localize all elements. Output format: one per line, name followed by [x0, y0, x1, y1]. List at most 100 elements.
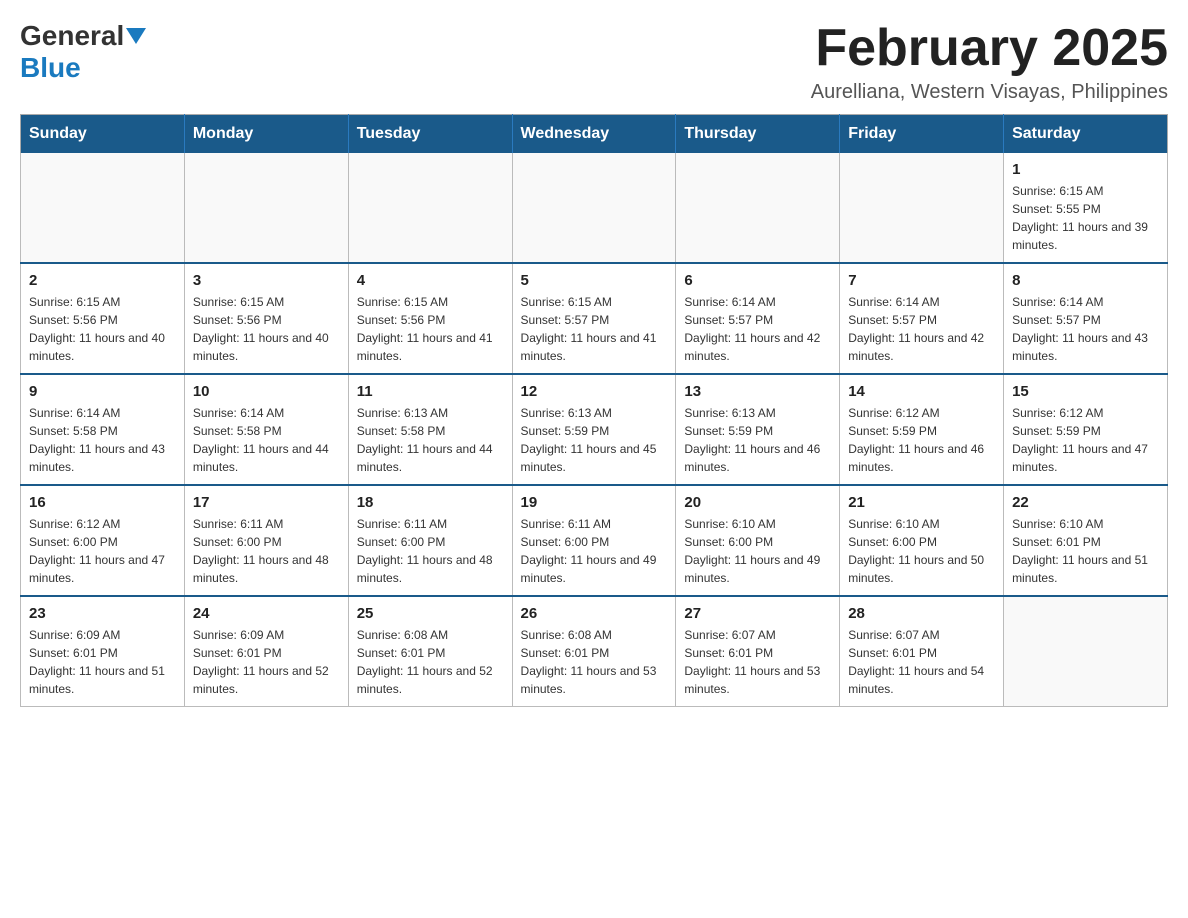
- calendar-day-cell: 13 Sunrise: 6:13 AMSunset: 5:59 PMDayligh…: [676, 374, 840, 485]
- calendar-day-cell: 9 Sunrise: 6:14 AMSunset: 5:58 PMDaylight…: [21, 374, 185, 485]
- calendar-day-cell: 15 Sunrise: 6:12 AMSunset: 5:59 PMDayligh…: [1004, 374, 1168, 485]
- calendar-day-cell: [512, 153, 676, 263]
- calendar-day-cell: 10 Sunrise: 6:14 AMSunset: 5:58 PMDayligh…: [184, 374, 348, 485]
- calendar-header-row: SundayMondayTuesdayWednesdayThursdayFrid…: [21, 115, 1168, 154]
- calendar-day-cell: 3 Sunrise: 6:15 AMSunset: 5:56 PMDaylight…: [184, 263, 348, 374]
- calendar-day-cell: 27 Sunrise: 6:07 AMSunset: 6:01 PMDayligh…: [676, 596, 840, 707]
- day-of-week-header: Sunday: [21, 115, 185, 154]
- calendar-day-cell: [348, 153, 512, 263]
- calendar-day-cell: 2 Sunrise: 6:15 AMSunset: 5:56 PMDaylight…: [21, 263, 185, 374]
- day-of-week-header: Wednesday: [512, 115, 676, 154]
- day-number: 9: [29, 383, 176, 400]
- month-title: February 2025: [811, 20, 1168, 77]
- day-info: Sunrise: 6:07 AMSunset: 6:01 PMDaylight:…: [848, 626, 995, 698]
- day-info: Sunrise: 6:11 AMSunset: 6:00 PMDaylight:…: [193, 515, 340, 587]
- day-info: Sunrise: 6:14 AMSunset: 5:57 PMDaylight:…: [1012, 293, 1159, 365]
- day-number: 28: [848, 605, 995, 622]
- day-of-week-header: Tuesday: [348, 115, 512, 154]
- day-number: 14: [848, 383, 995, 400]
- calendar-day-cell: 22 Sunrise: 6:10 AMSunset: 6:01 PMDayligh…: [1004, 485, 1168, 596]
- day-info: Sunrise: 6:13 AMSunset: 5:58 PMDaylight:…: [357, 404, 504, 476]
- calendar-day-cell: 19 Sunrise: 6:11 AMSunset: 6:00 PMDayligh…: [512, 485, 676, 596]
- day-info: Sunrise: 6:11 AMSunset: 6:00 PMDaylight:…: [521, 515, 668, 587]
- calendar-table: SundayMondayTuesdayWednesdayThursdayFrid…: [20, 114, 1168, 707]
- calendar-day-cell: 23Sunrise: 6:09 AMSunset: 6:01 PMDayligh…: [21, 596, 185, 707]
- logo-blue-text: Blue: [20, 52, 81, 84]
- calendar-day-cell: 12Sunrise: 6:13 AMSunset: 5:59 PMDayligh…: [512, 374, 676, 485]
- calendar-day-cell: 5Sunrise: 6:15 AMSunset: 5:57 PMDaylight…: [512, 263, 676, 374]
- day-of-week-header: Saturday: [1004, 115, 1168, 154]
- logo: General Blue: [20, 20, 148, 84]
- day-info: Sunrise: 6:15 AMSunset: 5:57 PMDaylight:…: [521, 293, 668, 365]
- calendar-day-cell: 24 Sunrise: 6:09 AMSunset: 6:01 PMDayligh…: [184, 596, 348, 707]
- day-of-week-header: Thursday: [676, 115, 840, 154]
- day-number: 17: [193, 494, 340, 511]
- day-of-week-header: Friday: [840, 115, 1004, 154]
- day-number: 11: [357, 383, 504, 400]
- day-number: 12: [521, 383, 668, 400]
- day-number: 27: [684, 605, 831, 622]
- calendar-day-cell: [1004, 596, 1168, 707]
- day-info: Sunrise: 6:10 AMSunset: 6:00 PMDaylight:…: [848, 515, 995, 587]
- logo-triangle-icon: [126, 28, 146, 44]
- day-number: 21: [848, 494, 995, 511]
- day-number: 15: [1012, 383, 1159, 400]
- day-number: 6: [684, 272, 831, 289]
- day-info: Sunrise: 6:15 AMSunset: 5:56 PMDaylight:…: [357, 293, 504, 365]
- page-header: General Blue February 2025 Aurelliana, W…: [20, 20, 1168, 104]
- day-info: Sunrise: 6:15 AMSunset: 5:56 PMDaylight:…: [29, 293, 176, 365]
- calendar-day-cell: 17 Sunrise: 6:11 AMSunset: 6:00 PMDayligh…: [184, 485, 348, 596]
- day-info: Sunrise: 6:13 AMSunset: 5:59 PMDaylight:…: [684, 404, 831, 476]
- day-info: Sunrise: 6:09 AMSunset: 6:01 PMDaylight:…: [193, 626, 340, 698]
- day-number: 24: [193, 605, 340, 622]
- calendar-day-cell: 11 Sunrise: 6:13 AMSunset: 5:58 PMDayligh…: [348, 374, 512, 485]
- day-info: Sunrise: 6:08 AMSunset: 6:01 PMDaylight:…: [357, 626, 504, 698]
- calendar-week-row: 9 Sunrise: 6:14 AMSunset: 5:58 PMDaylight…: [21, 374, 1168, 485]
- day-info: Sunrise: 6:14 AMSunset: 5:57 PMDaylight:…: [848, 293, 995, 365]
- day-number: 8: [1012, 272, 1159, 289]
- calendar-day-cell: [840, 153, 1004, 263]
- day-info: Sunrise: 6:11 AMSunset: 6:00 PMDaylight:…: [357, 515, 504, 587]
- calendar-day-cell: 21 Sunrise: 6:10 AMSunset: 6:00 PMDayligh…: [840, 485, 1004, 596]
- calendar-day-cell: 18 Sunrise: 6:11 AMSunset: 6:00 PMDayligh…: [348, 485, 512, 596]
- day-info: Sunrise: 6:10 AMSunset: 6:01 PMDaylight:…: [1012, 515, 1159, 587]
- day-number: 25: [357, 605, 504, 622]
- calendar-day-cell: [184, 153, 348, 263]
- calendar-day-cell: 1Sunrise: 6:15 AMSunset: 5:55 PMDaylight…: [1004, 153, 1168, 263]
- day-of-week-header: Monday: [184, 115, 348, 154]
- calendar-day-cell: 4 Sunrise: 6:15 AMSunset: 5:56 PMDaylight…: [348, 263, 512, 374]
- day-number: 22: [1012, 494, 1159, 511]
- day-number: 4: [357, 272, 504, 289]
- calendar-day-cell: 25 Sunrise: 6:08 AMSunset: 6:01 PMDayligh…: [348, 596, 512, 707]
- day-info: Sunrise: 6:07 AMSunset: 6:01 PMDaylight:…: [684, 626, 831, 698]
- calendar-week-row: 1Sunrise: 6:15 AMSunset: 5:55 PMDaylight…: [21, 153, 1168, 263]
- day-info: Sunrise: 6:14 AMSunset: 5:57 PMDaylight:…: [684, 293, 831, 365]
- calendar-day-cell: 20Sunrise: 6:10 AMSunset: 6:00 PMDayligh…: [676, 485, 840, 596]
- day-number: 19: [521, 494, 668, 511]
- day-info: Sunrise: 6:15 AMSunset: 5:56 PMDaylight:…: [193, 293, 340, 365]
- day-info: Sunrise: 6:14 AMSunset: 5:58 PMDaylight:…: [193, 404, 340, 476]
- day-number: 3: [193, 272, 340, 289]
- calendar-day-cell: 26Sunrise: 6:08 AMSunset: 6:01 PMDayligh…: [512, 596, 676, 707]
- day-number: 18: [357, 494, 504, 511]
- day-number: 7: [848, 272, 995, 289]
- day-info: Sunrise: 6:14 AMSunset: 5:58 PMDaylight:…: [29, 404, 176, 476]
- day-info: Sunrise: 6:08 AMSunset: 6:01 PMDaylight:…: [521, 626, 668, 698]
- title-section: February 2025 Aurelliana, Western Visaya…: [811, 20, 1168, 104]
- day-number: 13: [684, 383, 831, 400]
- calendar-day-cell: 28 Sunrise: 6:07 AMSunset: 6:01 PMDayligh…: [840, 596, 1004, 707]
- day-number: 2: [29, 272, 176, 289]
- calendar-day-cell: 8 Sunrise: 6:14 AMSunset: 5:57 PMDaylight…: [1004, 263, 1168, 374]
- day-info: Sunrise: 6:09 AMSunset: 6:01 PMDaylight:…: [29, 626, 176, 698]
- calendar-week-row: 2 Sunrise: 6:15 AMSunset: 5:56 PMDaylight…: [21, 263, 1168, 374]
- day-info: Sunrise: 6:15 AMSunset: 5:55 PMDaylight:…: [1012, 182, 1159, 254]
- day-info: Sunrise: 6:12 AMSunset: 5:59 PMDaylight:…: [1012, 404, 1159, 476]
- logo-general-text: General: [20, 20, 124, 52]
- day-number: 20: [684, 494, 831, 511]
- day-info: Sunrise: 6:12 AMSunset: 5:59 PMDaylight:…: [848, 404, 995, 476]
- calendar-day-cell: 7 Sunrise: 6:14 AMSunset: 5:57 PMDaylight…: [840, 263, 1004, 374]
- day-info: Sunrise: 6:12 AMSunset: 6:00 PMDaylight:…: [29, 515, 176, 587]
- calendar-day-cell: 16Sunrise: 6:12 AMSunset: 6:00 PMDayligh…: [21, 485, 185, 596]
- day-number: 10: [193, 383, 340, 400]
- calendar-week-row: 16Sunrise: 6:12 AMSunset: 6:00 PMDayligh…: [21, 485, 1168, 596]
